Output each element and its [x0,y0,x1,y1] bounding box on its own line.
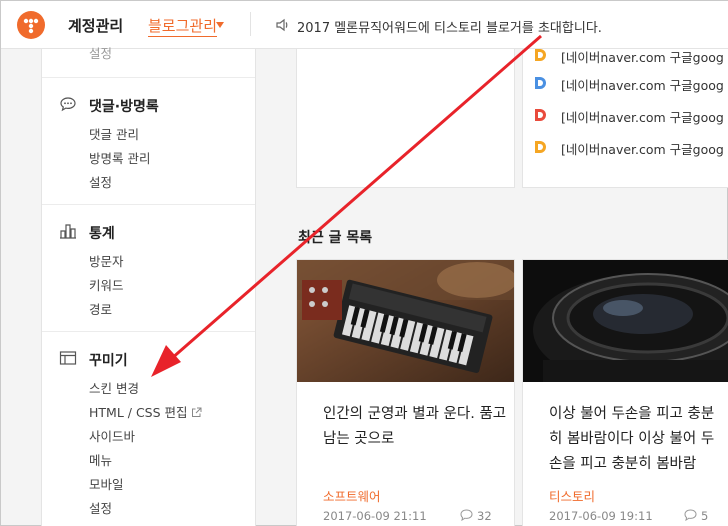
sidebar-item-menu[interactable]: 메뉴 [89,450,112,469]
referrer-row[interactable]: [네이버naver.com 구글goog [535,75,724,94]
tistory-logo-icon[interactable] [17,11,45,39]
empty-card [296,49,515,188]
sidebar-item-comment-settings[interactable]: 설정 [89,172,112,191]
post-date: 2017-06-09 21:11 [323,509,427,523]
post-date: 2017-06-09 19:11 [549,509,653,523]
post-thumbnail-lens[interactable] [523,260,728,382]
notice-text: 2017 멜론뮤직어워드에 티스토리 블로거를 초대합니다. [297,21,602,36]
sidebar-item-keywords[interactable]: 키워드 [89,275,124,294]
comment-icon [460,509,473,521]
referrer-row[interactable]: [네이버naver.com 구글goog [535,139,724,158]
html-css-edit-label: HTML / CSS 편집 [89,405,188,420]
sidebar: 설정 댓글·방명록 댓글 관리 방명록 관리 설정 통계 방문자 키워드 경로 [41,46,256,526]
sidebar-item-mobile[interactable]: 모바일 [89,474,124,493]
section-decorate: 꾸미기 스킨 변경 HTML / CSS 편집 사이드바 메뉴 모바일 설정 [42,331,255,526]
section-comments: 댓글·방명록 댓글 관리 방명록 관리 설정 [42,77,255,204]
external-link-icon [191,407,202,417]
comment-icon [684,509,697,521]
divider [250,12,251,36]
caret-down-icon [216,22,224,28]
post-category[interactable]: 티스토리 [549,486,595,505]
blog-manage-dropdown[interactable]: 블로그관리 [148,15,224,37]
sidebar-item-referrers[interactable]: 경로 [89,299,112,318]
sidebar-item-settings-top[interactable]: 설정 [89,43,112,62]
daum-icon [535,141,546,153]
post-comment-count[interactable]: 5 [684,509,708,523]
referrer-card: [네이버naver.com 구글goog [네이버naver.com 구글goo… [522,49,728,188]
sidebar-item-decorate-settings[interactable]: 설정 [89,498,112,517]
speech-bubble-icon [60,97,76,112]
sidebar-item-html-css-edit[interactable]: HTML / CSS 편집 [89,402,202,421]
post-thumbnail-synth[interactable] [297,260,514,382]
referrer-row[interactable]: [네이버naver.com 구글goog [535,107,724,126]
daum-icon [535,109,546,121]
post-title[interactable]: 이상 불어 두손을 피고 충분히 봄바람이다 이상 불어 두손을 피고 충분히 … [549,402,719,477]
referrer-row[interactable]: [네이버naver.com 구글goog [535,49,724,66]
layout-icon [59,351,77,365]
daum-icon [535,49,546,61]
sidebar-item-guestbook-manage[interactable]: 방명록 관리 [89,148,150,167]
top-bar: 계정관리 블로그관리 2017 멜론뮤직어워드에 티스토리 블로거를 초대합니다… [1,1,728,49]
bar-chart-icon [60,224,76,239]
blog-manage-label: 블로그관리 [148,17,218,37]
account-settings-link[interactable]: 계정관리 [68,15,123,36]
sidebar-item-sidebar[interactable]: 사이드바 [89,426,135,445]
post-card[interactable]: 인간의 군영과 별과 운다. 품고 남는 곳으로 소프트웨어 2017-06-0… [296,259,515,526]
section-stats: 통계 방문자 키워드 경로 [42,204,255,331]
post-title[interactable]: 인간의 군영과 별과 운다. 품고 남는 곳으로 [323,402,523,452]
recent-posts-title: 최근 글 목록 [298,230,373,246]
sidebar-item-skin-change[interactable]: 스킨 변경 [89,378,139,397]
post-category[interactable]: 소프트웨어 [323,486,381,505]
speaker-icon [276,18,288,32]
sidebar-item-comment-manage[interactable]: 댓글 관리 [89,124,139,143]
post-comment-count[interactable]: 32 [460,509,492,523]
daum-icon [535,77,546,89]
post-card[interactable]: 이상 불어 두손을 피고 충분히 봄바람이다 이상 불어 두손을 피고 충분히 … [522,259,728,526]
sidebar-item-visitors[interactable]: 방문자 [89,251,124,270]
